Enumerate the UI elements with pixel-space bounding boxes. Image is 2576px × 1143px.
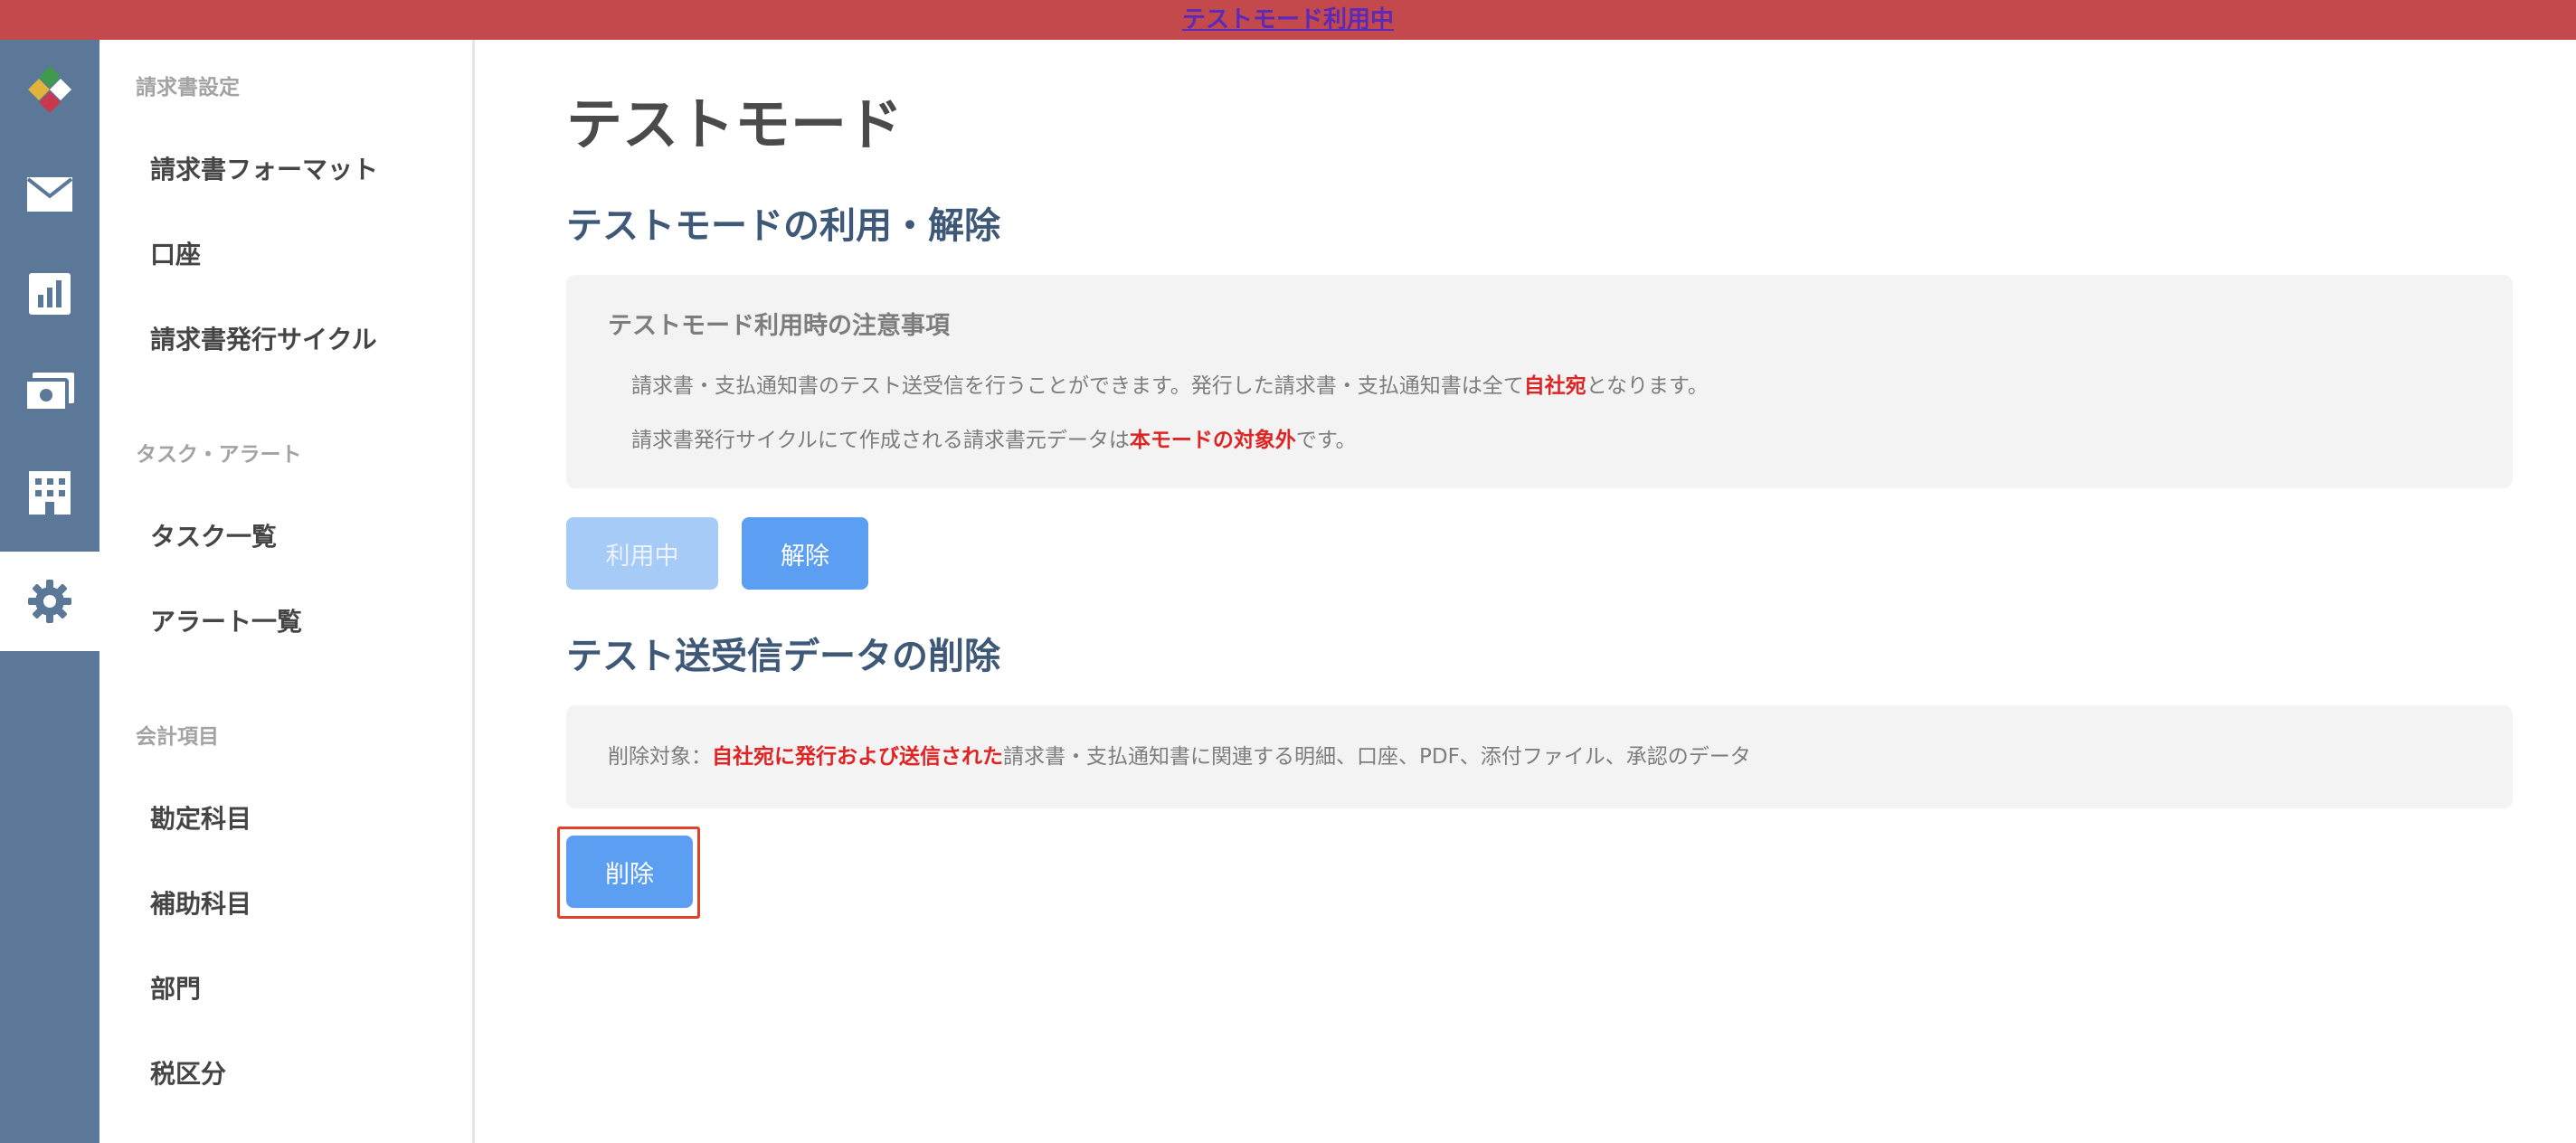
- nav-item-task-list[interactable]: タスク一覧: [150, 521, 277, 553]
- delete-target-label: 削除対象：: [608, 745, 712, 769]
- nav-item-invoice-format[interactable]: 請求書フォーマット: [150, 154, 378, 186]
- delete-target-details: 請求書・支払通知書に関連する明細、口座、PDF、添付ファイル、承認のデータ: [1003, 745, 1751, 769]
- rail-item-mail[interactable]: [0, 145, 99, 244]
- usage-section-title: テストモードの利用・解除: [566, 205, 1000, 247]
- delete-button[interactable]: 削除: [566, 836, 693, 908]
- rail-item-payments[interactable]: [0, 344, 99, 443]
- nav-item-bank-account[interactable]: 口座: [150, 239, 201, 271]
- notice-line-2: 請求書発行サイクルにて作成される請求書元データは本モードの対象外です。: [631, 427, 1357, 454]
- settings-sidebar: 請求書設定 請求書フォーマット 口座 請求書発行サイクル タスク・アラート タス…: [99, 40, 475, 1143]
- in-use-button: 利用中: [566, 517, 718, 590]
- nav-item-departments[interactable]: 部門: [150, 973, 201, 1006]
- building-icon: [29, 471, 71, 515]
- notice-line-1-suffix: となります。: [1586, 374, 1709, 398]
- release-button[interactable]: 解除: [742, 517, 868, 590]
- notice-line-1-text: 請求書・支払通知書のテスト送受信を行うことができます。発行した請求書・支払通知書…: [631, 374, 1524, 398]
- notice-line-2-emphasis: 本モードの対象外: [1129, 429, 1296, 452]
- payment-icon: [25, 373, 74, 412]
- icon-rail: [0, 40, 99, 1143]
- page-title: テストモード: [566, 91, 904, 157]
- mail-icon: [26, 177, 73, 212]
- notice-line-1: 請求書・支払通知書のテスト送受信を行うことができます。発行した請求書・支払通知書…: [631, 373, 1709, 400]
- rail-item-settings[interactable]: [0, 552, 99, 651]
- group-title-tasks-alerts: タスク・アラート: [136, 443, 302, 467]
- notice-panel: テストモード利用時の注意事項 請求書・支払通知書のテスト送受信を行うことができま…: [566, 275, 2513, 488]
- notice-line-1-emphasis: 自社宛: [1523, 374, 1586, 398]
- nav-item-invoice-cycle[interactable]: 請求書発行サイクル: [150, 324, 377, 356]
- rail-item-home[interactable]: [0, 40, 99, 139]
- test-mode-banner: テストモード利用中: [0, 0, 2576, 40]
- nav-item-sub-accounts[interactable]: 補助科目: [150, 888, 251, 921]
- nav-item-account-titles[interactable]: 勘定科目: [150, 803, 251, 836]
- bar-chart-icon: [29, 273, 71, 315]
- delete-target-panel: 削除対象：自社宛に発行および送信された請求書・支払通知書に関連する明細、口座、P…: [566, 705, 2513, 808]
- group-title-invoice-settings: 請求書設定: [136, 76, 240, 99]
- group-title-accounting: 会計項目: [136, 725, 219, 749]
- notice-heading: テストモード利用時の注意事項: [608, 312, 950, 340]
- nav-item-alert-list[interactable]: アラート一覧: [150, 606, 302, 638]
- test-mode-banner-link[interactable]: テストモード利用中: [1182, 6, 1394, 33]
- notice-line-2-text: 請求書発行サイクルにて作成される請求書元データは: [631, 429, 1130, 452]
- rail-item-company[interactable]: [0, 443, 99, 543]
- gear-icon: [28, 580, 71, 623]
- app-logo-icon: [28, 66, 71, 113]
- notice-line-2-suffix: です。: [1295, 429, 1357, 452]
- nav-item-tax-categories[interactable]: 税区分: [150, 1058, 226, 1091]
- delete-target-line: 削除対象：自社宛に発行および送信された請求書・支払通知書に関連する明細、口座、P…: [608, 743, 1751, 770]
- delete-target-emphasis: 自社宛に発行および送信された: [712, 745, 1003, 769]
- rail-item-reports[interactable]: [0, 244, 99, 344]
- main-content: テストモード テストモードの利用・解除 テストモード利用時の注意事項 請求書・支…: [478, 40, 2576, 1143]
- delete-section-title: テスト送受信データの削除: [566, 636, 1000, 677]
